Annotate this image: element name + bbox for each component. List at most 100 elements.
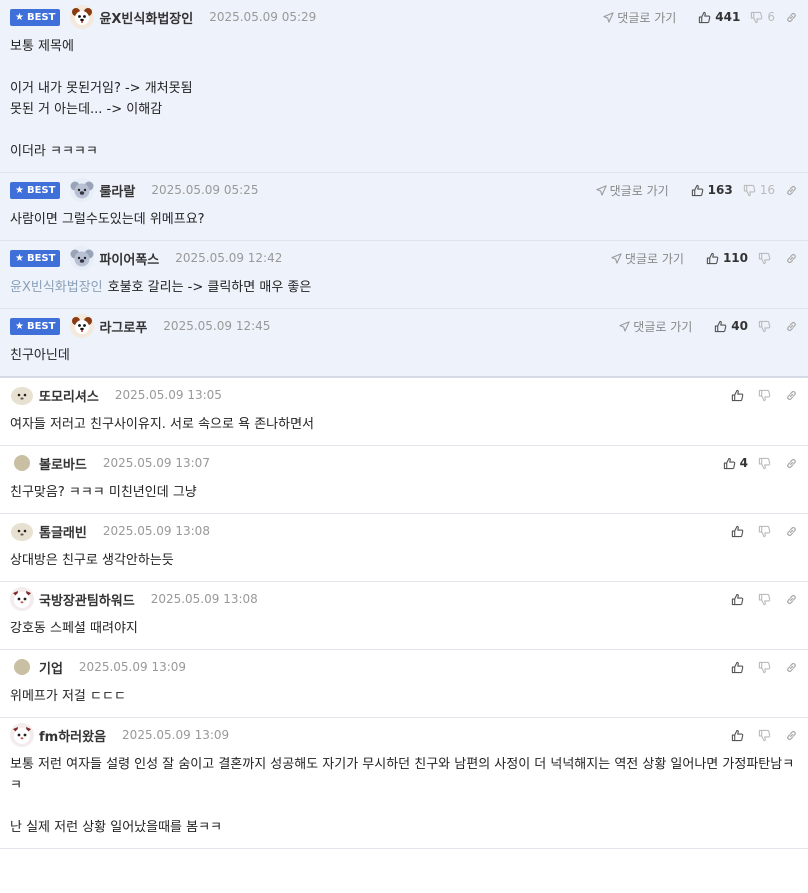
avatar[interactable] (10, 655, 34, 679)
comment-author[interactable]: 룰라랄 (99, 181, 135, 200)
comment-author[interactable]: 윤X빈식화법장인 (99, 8, 193, 27)
comment-body: 상대방은 친구로 생각안하는듯 (10, 548, 798, 581)
link-button[interactable] (785, 389, 798, 402)
upvote-button[interactable] (731, 661, 748, 674)
link-button[interactable] (785, 661, 798, 674)
comment-author[interactable]: 기업 (39, 658, 63, 677)
go-to-reply-link[interactable]: 댓글로 가기 (603, 9, 676, 26)
upvote-button[interactable] (731, 525, 748, 538)
avatar[interactable] (70, 5, 95, 29)
downvote-button[interactable] (758, 661, 775, 674)
comment-item: 또모리셔스 2025.05.09 13:05 여자들 저러고 친구사이유지. 서… (0, 378, 808, 446)
upvote-button[interactable] (731, 729, 748, 742)
send-arrow-icon (596, 184, 607, 196)
comment-item: 톰글래빈 2025.05.09 13:08 상대방은 친구로 생각안하는듯 (0, 514, 808, 582)
comment-body: 친구맞음? ㅋㅋㅋ 미친년인데 그냥 (10, 480, 798, 513)
avatar-image (70, 178, 95, 202)
avatar[interactable] (70, 314, 95, 338)
comment-date: 2025.05.09 13:08 (150, 592, 258, 606)
upvote-button[interactable] (731, 389, 748, 402)
comment-item: 기업 2025.05.09 13:09 위메프가 저걸 ㄷㄷㄷ (0, 650, 808, 718)
link-button[interactable] (785, 11, 798, 24)
go-to-reply-link[interactable]: 댓글로 가기 (619, 318, 692, 335)
upvote-count: 40 (731, 319, 748, 333)
link-button[interactable] (785, 457, 798, 470)
mention-user[interactable]: 윤X빈식화법장인 (10, 280, 103, 295)
comment-text: 여자들 저러고 친구사이유지. 서로 속으로 욕 존나하면서 (10, 417, 315, 432)
comment-header: 기업 2025.05.09 13:09 (10, 650, 798, 684)
link-button[interactable] (785, 184, 798, 197)
comment-body: 윤X빈식화법장인 호불호 갈리는 -> 클릭하면 매우 좋은 (10, 275, 798, 308)
comment-text: 사람이면 그럴수도있는데 위메프요? (10, 212, 205, 227)
thumbs-up-icon (731, 525, 744, 537)
downvote-button[interactable] (758, 252, 775, 265)
upvote-button[interactable]: 40 (714, 319, 748, 333)
avatar[interactable] (10, 519, 34, 543)
comment-author[interactable]: 톰글래빈 (39, 522, 87, 541)
comment-author[interactable]: 파이어폭스 (99, 249, 159, 268)
upvote-button[interactable]: 441 (698, 10, 740, 24)
comment-actions: 댓글로 가기 40 (619, 309, 798, 343)
comment-author[interactable]: 볼로바드 (39, 454, 87, 473)
avatar[interactable] (10, 383, 34, 407)
go-to-reply-label: 댓글로 가기 (633, 319, 693, 334)
comment-body: 보통 저런 여자들 설령 인성 잘 숨이고 결혼까지 성공해도 자기가 무시하던… (10, 752, 798, 848)
best-badge: ★ BEST (10, 317, 61, 335)
upvote-button[interactable]: 163 (691, 183, 733, 197)
comment-author[interactable]: 또모리셔스 (39, 386, 99, 405)
go-to-reply-label: 댓글로 가기 (624, 251, 684, 266)
upvote-button[interactable] (731, 593, 748, 606)
link-button[interactable] (785, 320, 798, 333)
link-button[interactable] (785, 525, 798, 538)
upvote-count: 110 (722, 251, 748, 265)
link-button[interactable] (785, 252, 798, 265)
downvote-count: 6 (767, 10, 775, 24)
thumbs-down-icon (758, 729, 771, 741)
avatar[interactable] (70, 246, 95, 270)
upvote-button[interactable]: 4 (723, 456, 748, 470)
downvote-button[interactable] (758, 729, 775, 742)
avatar[interactable] (10, 451, 34, 475)
downvote-button[interactable] (758, 593, 775, 606)
comment-date: 2025.05.09 12:45 (163, 319, 271, 333)
go-to-reply-link[interactable]: 댓글로 가기 (596, 182, 669, 199)
comment-actions (721, 514, 798, 548)
downvote-button[interactable]: 16 (743, 183, 775, 197)
go-to-reply-link[interactable]: 댓글로 가기 (611, 250, 684, 267)
downvote-button[interactable]: 6 (750, 10, 775, 24)
link-button[interactable] (785, 729, 798, 742)
thumbs-up-icon (699, 11, 711, 23)
comment-item: ★ BEST 룰라랄 2025.05.09 05:25 댓글로 가기 163 1… (0, 173, 808, 241)
comment-text: 보통 제목에 이거 내가 못된거임? -> 개처못됨 못된 거 아는데... -… (10, 39, 193, 159)
avatar[interactable] (70, 178, 95, 202)
link-icon (787, 390, 796, 400)
comment-date: 2025.05.09 13:09 (78, 660, 187, 674)
downvote-button[interactable] (758, 389, 775, 402)
send-arrow-icon (619, 320, 630, 332)
star-icon: ★ (15, 184, 24, 196)
comment-actions: 댓글로 가기 441 6 (603, 0, 798, 34)
comment-body: 위메프가 저걸 ㄷㄷㄷ (10, 684, 798, 717)
comment-body: 여자들 저러고 친구사이유지. 서로 속으로 욕 존나하면서 (10, 412, 798, 445)
thumbs-down-icon (758, 593, 771, 605)
comment-text: 친구맞음? ㅋㅋㅋ 미친년인데 그냥 (10, 485, 197, 500)
comment-author[interactable]: 라그로푸 (99, 317, 147, 336)
link-icon (787, 185, 796, 195)
downvote-button[interactable] (758, 525, 775, 538)
avatar[interactable] (10, 723, 34, 747)
comment-body: 친구아닌데 (10, 343, 798, 376)
comment-author[interactable]: 국방장관팀하워드 (39, 590, 135, 609)
avatar[interactable] (10, 587, 34, 611)
upvote-button[interactable]: 110 (706, 251, 748, 265)
comment-text: 위메프가 저걸 ㄷㄷㄷ (10, 689, 126, 704)
downvote-button[interactable] (758, 457, 775, 470)
comment-header: ★ BEST 파이어폭스 2025.05.09 12:42 댓글로 가기 110 (10, 241, 798, 275)
link-button[interactable] (785, 593, 798, 606)
comment-date: 2025.05.09 13:07 (102, 456, 210, 470)
downvote-button[interactable] (758, 320, 775, 333)
comment-author[interactable]: fm하러왔음 (39, 726, 106, 745)
thumbs-up-icon (731, 593, 744, 605)
comment-header: ★ BEST 윤X빈식화법장인 2025.05.09 05:29 댓글로 가기 … (10, 0, 798, 34)
thumbs-down-icon (758, 525, 771, 537)
link-icon (787, 253, 796, 263)
